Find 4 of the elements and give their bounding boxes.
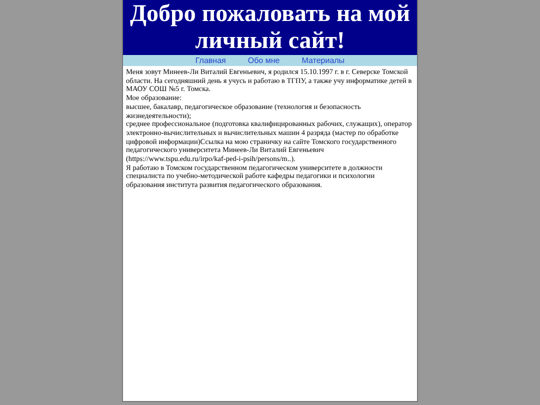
nav-link[interactable]: Обо мне <box>248 55 280 66</box>
site-title: Добро пожаловать на мой личный сайт! <box>123 0 417 55</box>
nav-link[interactable]: Главная <box>195 55 226 66</box>
nav-link[interactable]: Материалы <box>302 55 345 66</box>
